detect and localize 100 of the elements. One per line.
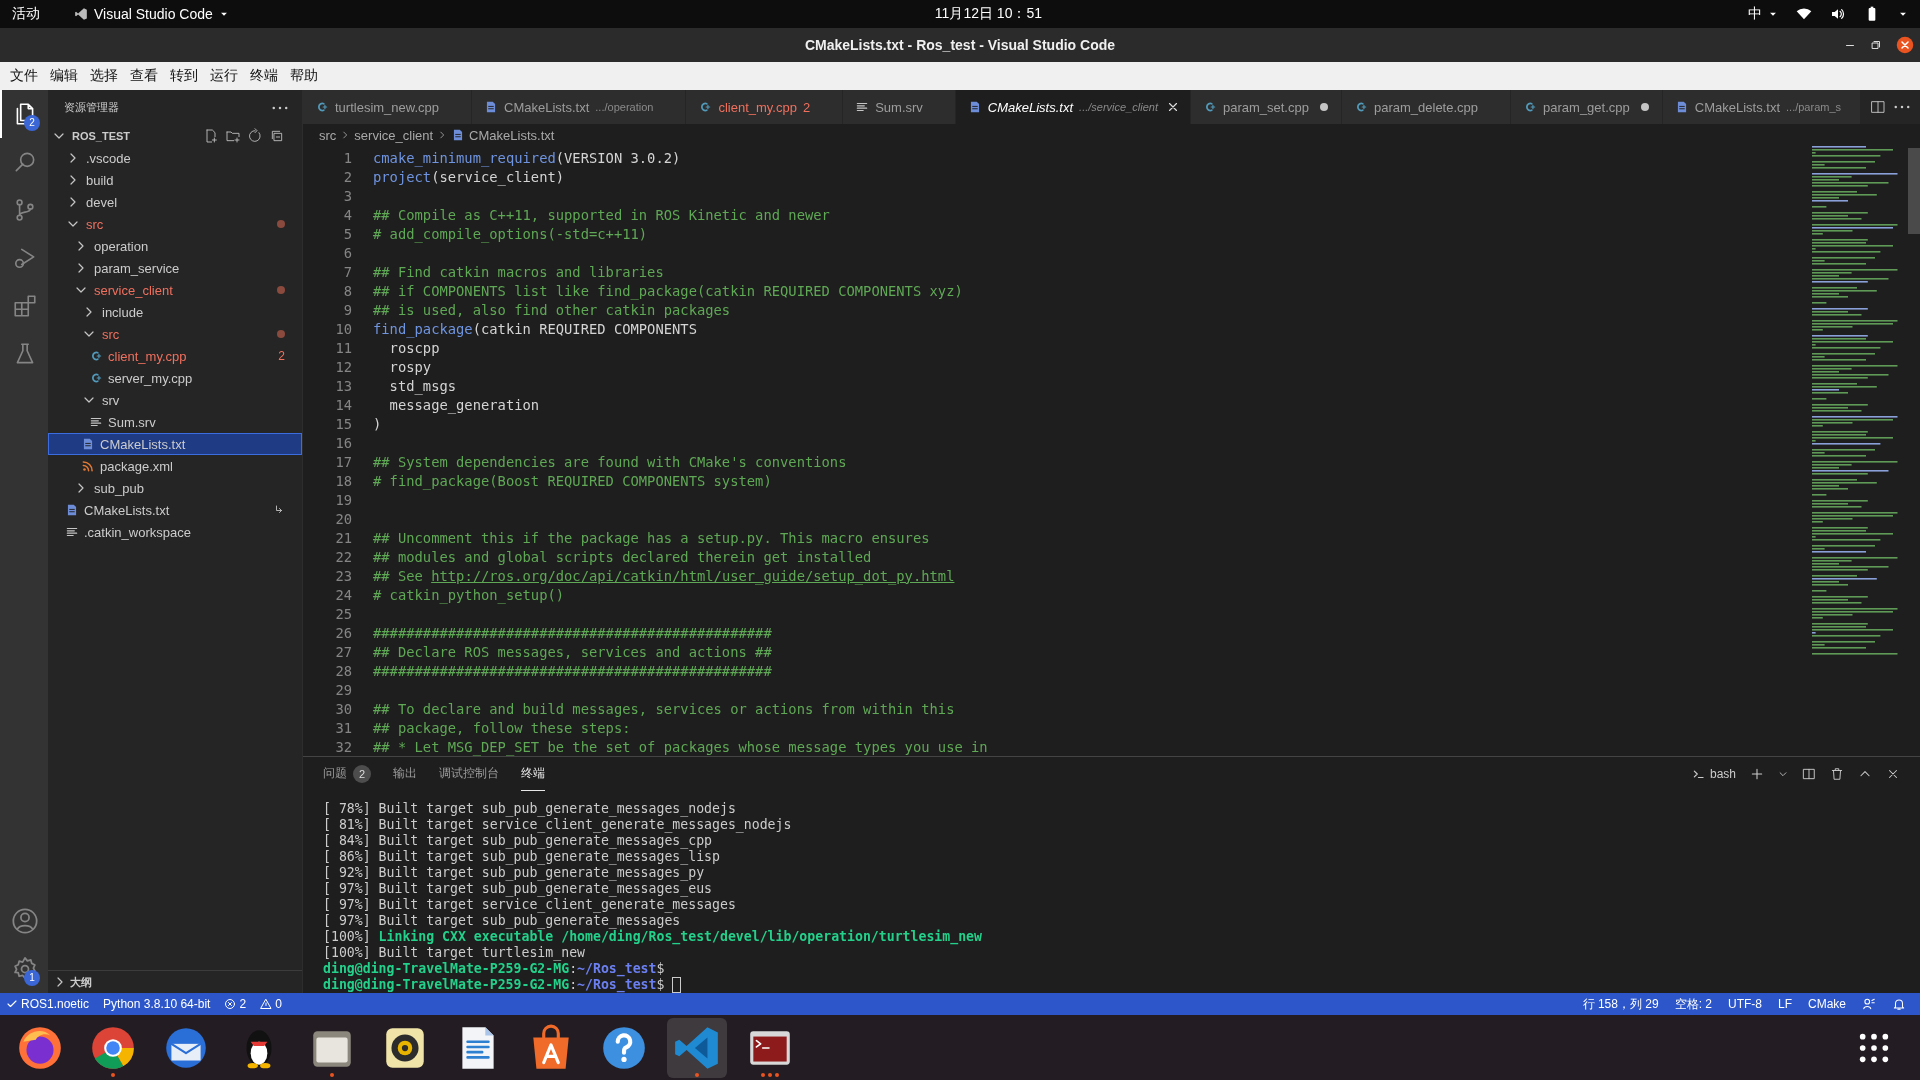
folder-name: .vscode (86, 150, 131, 166)
editor-tab[interactable]: param_set.cpp (1190, 90, 1342, 125)
editor-tab[interactable]: Sum.srv (843, 90, 956, 125)
plus-icon (1750, 767, 1764, 781)
tree-item[interactable]: service_client (48, 279, 302, 301)
code-line: ## is used, also find other catkin packages (373, 301, 731, 318)
activity-bar-item[interactable]: 1 (0, 945, 48, 993)
tree-item[interactable]: client_my.cpp 2 (48, 345, 302, 367)
folder-name: sub_pub (94, 480, 144, 496)
tree-item[interactable]: operation (48, 235, 302, 257)
panel-tab[interactable]: 问题 2 (323, 757, 371, 791)
status-item[interactable]: 行 158，列 29 (1582, 995, 1659, 1013)
breadcrumb-item[interactable]: CMakeLists.txt (469, 127, 555, 143)
menu-item[interactable]: 运行 (204, 67, 244, 85)
breadcrumb-item[interactable]: service_client (354, 127, 434, 143)
menu-item[interactable]: 文件 (4, 67, 44, 85)
tree-item[interactable]: server_my.cpp (48, 367, 302, 389)
status-item[interactable]: LF (1777, 997, 1792, 1011)
line-number: 3 (342, 187, 352, 204)
tree-item[interactable]: build (48, 169, 302, 191)
editor-tab[interactable]: CMakeLists.txt .../param_s (1662, 90, 1860, 125)
editor-tab[interactable]: turtlesim_new.cpp (303, 90, 473, 125)
line-number: 29 (334, 681, 352, 698)
code-line: ## Declare ROS messages, services and actions ## (373, 643, 772, 660)
menu-item[interactable]: 查看 (124, 67, 164, 85)
line-number: 1 (342, 149, 352, 166)
workspace-root[interactable]: ROS_TEST (72, 130, 131, 142)
status-item[interactable]: Python 3.8.10 64-bit (103, 997, 211, 1011)
c-plus-icon (89, 349, 103, 363)
status-item[interactable]: CMake (1808, 997, 1846, 1011)
sidebar-title: 资源管理器 (64, 100, 119, 115)
restore-icon (1870, 39, 1882, 51)
line-number: 32 (334, 738, 352, 755)
code-line: ## * Let MSG_DEP_SET be the set of packages whose message types you use in (373, 738, 988, 755)
scrollbar-thumb[interactable] (1908, 148, 1920, 234)
terminal-line: [ 84%] Built target sub_pub_generate_messages_cpp (323, 833, 714, 849)
folder-name: service_client (94, 282, 173, 298)
tree-item[interactable]: package.xml (48, 455, 302, 477)
error-icon (224, 998, 237, 1010)
panel-tab[interactable]: 输出 (393, 757, 417, 791)
clock[interactable]: 11月12日 10：51 (934, 5, 1042, 23)
panel-tab[interactable]: 终端 (521, 757, 545, 791)
menu-item[interactable]: 终端 (244, 67, 284, 85)
terminal-line: [ 78%] Built target sub_pub_generate_messages_nodejs (323, 801, 737, 817)
line-number: 11 (334, 339, 352, 356)
line-number: 4 (342, 206, 352, 223)
code-line: message_generation (388, 396, 540, 413)
warning-count[interactable]: 0 (260, 997, 282, 1011)
tree-item[interactable]: param_service (48, 257, 302, 279)
terminal-line: [ 97%] Built target sub_pub_generate_messages (323, 913, 681, 929)
tree-item[interactable]: .catkin_workspace (48, 521, 302, 543)
tree-item[interactable]: src (48, 213, 302, 235)
panel-tab[interactable]: 调试控制台 (439, 757, 499, 791)
line-number: 27 (334, 643, 352, 660)
status-item[interactable]: ROS1.noetic (6, 997, 90, 1011)
status-item[interactable]: UTF-8 (1727, 997, 1762, 1011)
refresh-icon (247, 128, 263, 144)
editor-tab[interactable]: CMakeLists.txt .../operation (472, 90, 687, 125)
editor-tab[interactable]: client_my.cpp 2 (686, 90, 844, 125)
error-count[interactable]: 2 (224, 997, 247, 1011)
notification-badge: 2 (24, 115, 40, 131)
tree-item[interactable]: .vscode (48, 147, 302, 169)
tree-item[interactable]: devel (48, 191, 302, 213)
line-number: 26 (334, 624, 352, 641)
line-number: 18 (334, 472, 352, 489)
check-icon (6, 998, 18, 1010)
line-number: 17 (334, 453, 352, 470)
code-link[interactable]: http://ros.org/doc/api/catkin/html/user_guide/setup_dot_py.html (431, 567, 955, 584)
status-item[interactable]: 空格: 2 (1674, 995, 1712, 1013)
input-method[interactable]: 中 (1748, 5, 1762, 23)
code-line: # catkin_python_setup() (373, 586, 565, 603)
tree-item[interactable]: srv (48, 389, 302, 411)
menu-item[interactable]: 选择 (84, 67, 124, 85)
editor-tab[interactable]: param_delete.cpp (1341, 90, 1512, 125)
code-line: ) (373, 415, 382, 432)
tree-item[interactable]: CMakeLists.txt (48, 433, 302, 455)
breadcrumb-item[interactable]: src (319, 127, 337, 143)
line-number: 20 (334, 510, 352, 527)
activities-button[interactable]: 活动 (12, 5, 40, 23)
menu-item[interactable]: 转到 (164, 67, 204, 85)
menu-item[interactable]: 帮助 (284, 67, 324, 85)
code-line: ################################################ (373, 624, 772, 641)
tree-item[interactable]: Sum.srv (48, 411, 302, 433)
tree-item[interactable]: include (48, 301, 302, 323)
file-name: CMakeLists.txt (84, 502, 170, 518)
line-number: 22 (334, 548, 352, 565)
editor-tab[interactable]: param_get.cpp (1511, 90, 1663, 125)
code-line: std_msgs (388, 377, 457, 394)
line-number: 25 (334, 605, 352, 622)
line-number: 24 (334, 586, 352, 603)
folder-name: devel (86, 194, 118, 210)
app-menu[interactable]: Visual Studio Code (94, 6, 213, 22)
code-line: ## System dependencies are found with CMake's conventions (373, 453, 847, 470)
tree-item[interactable]: src (48, 323, 302, 345)
tree-item[interactable]: CMakeLists.txt (48, 499, 302, 521)
terminal-selector[interactable]: bash (1691, 767, 1736, 781)
outline-section[interactable]: 大纲 (70, 974, 92, 990)
editor-tab[interactable]: CMakeLists.txt .../service_client (955, 90, 1191, 125)
tree-item[interactable]: sub_pub (48, 477, 302, 499)
menu-item[interactable]: 编辑 (44, 67, 84, 85)
